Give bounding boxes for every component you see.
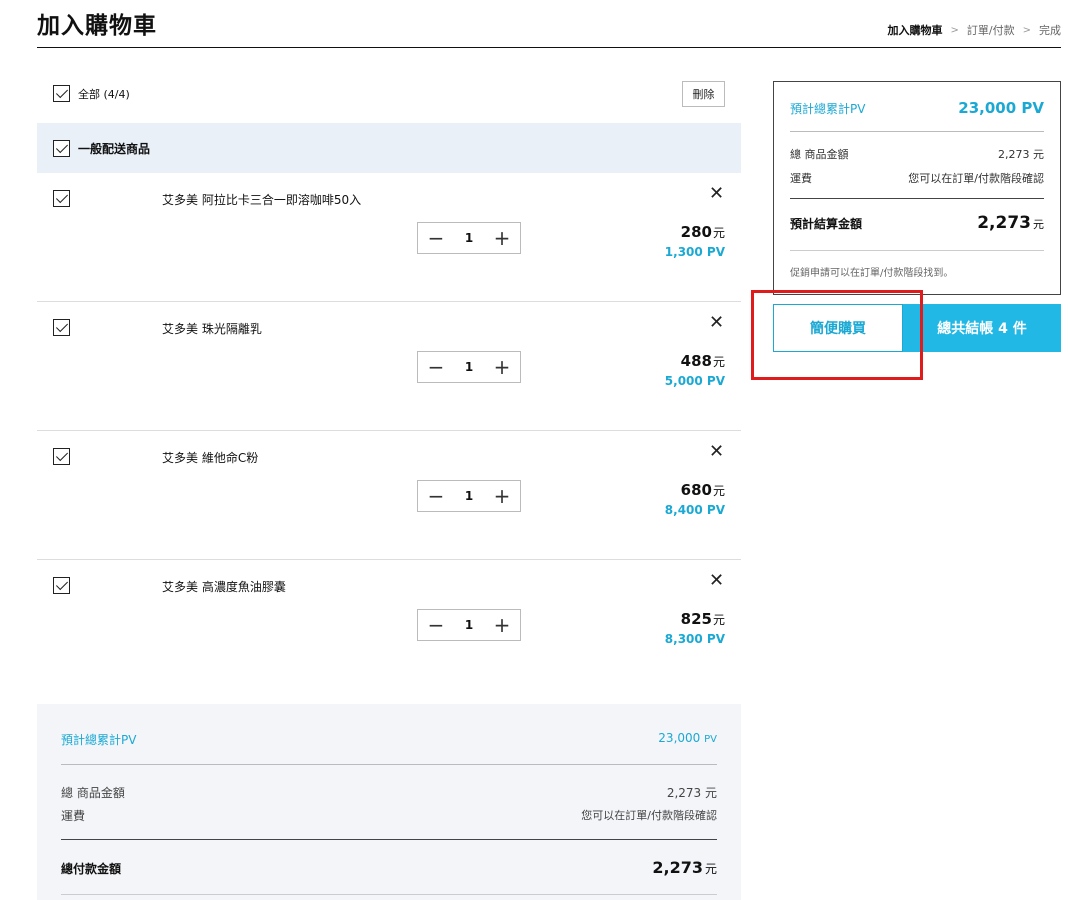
increase-button[interactable]: + <box>492 228 512 248</box>
decrease-button[interactable]: − <box>426 357 446 377</box>
product-name[interactable]: 艾多美 阿拉比卡三合一即溶咖啡50入 <box>162 191 361 208</box>
divider <box>61 894 717 895</box>
summary-total-label: 預計結算金額 <box>790 217 863 231</box>
decrease-button[interactable]: − <box>426 228 446 248</box>
divider <box>790 250 1044 251</box>
divider <box>61 839 717 840</box>
summary-shipping-row: 運費 您可以在訂單/付款階段確認 <box>790 170 1044 186</box>
divider <box>790 198 1044 199</box>
bottom-subtotal-label: 總 商品金額 <box>61 786 125 800</box>
summary-total-value: 2,273 元 <box>977 213 1044 233</box>
select-all[interactable]: 全部 (4/4) <box>53 85 130 102</box>
delete-button[interactable]: 刪除 <box>682 81 725 107</box>
group-label: 一般配送商品 <box>78 141 151 156</box>
item-checkbox[interactable] <box>53 448 70 465</box>
close-icon[interactable]: ✕ <box>709 441 724 462</box>
bottom-summary: 預計總累計PV 23,000 PV 總 商品金額 2,273 元 運費 您可以在… <box>37 704 741 900</box>
bottom-total-label: 總付款金額 <box>61 862 122 876</box>
close-icon[interactable]: ✕ <box>709 570 724 591</box>
item-checkbox[interactable] <box>53 577 70 594</box>
quantity-stepper: − 1 + <box>417 609 521 641</box>
quantity-value[interactable]: 1 <box>465 618 473 632</box>
quantity-stepper: − 1 + <box>417 351 521 383</box>
shipping-group-header: 一般配送商品 <box>37 123 741 173</box>
bottom-subtotal-row: 總 商品金額 2,273 元 <box>61 784 717 801</box>
item-checkbox[interactable] <box>53 190 70 207</box>
item-pv: 5,000 PV <box>664 374 725 388</box>
step-order-payment: 訂單/付款 <box>966 24 1015 37</box>
highlight-annotation <box>751 290 923 380</box>
summary-subtotal-label: 總 商品金額 <box>790 148 849 161</box>
decrease-button[interactable]: − <box>426 615 446 635</box>
quantity-stepper: − 1 + <box>417 480 521 512</box>
close-icon[interactable]: ✕ <box>709 183 724 204</box>
item-price: 825元 <box>680 610 725 628</box>
quantity-value[interactable]: 1 <box>465 489 473 503</box>
decrease-button[interactable]: − <box>426 486 446 506</box>
divider <box>790 131 1044 132</box>
summary-pv-row: 預計總累計PV 23,000 PV <box>790 99 1044 117</box>
chevron-right-icon: > <box>950 24 959 36</box>
order-summary-card: 預計總累計PV 23,000 PV 總 商品金額 2,273 元 運費 您可以在… <box>773 81 1061 295</box>
select-all-checkbox[interactable] <box>53 85 70 102</box>
summary-shipping-label: 運費 <box>790 172 812 185</box>
step-complete: 完成 <box>1039 24 1061 37</box>
page-title: 加入購物車 <box>37 13 157 39</box>
page-header: 加入購物車 加入購物車 > 訂單/付款 > 完成 <box>37 0 1061 48</box>
item-pv: 8,300 PV <box>664 632 725 646</box>
summary-subtotal-row: 總 商品金額 2,273 元 <box>790 146 1044 162</box>
bottom-subtotal-value: 2,273 元 <box>666 786 717 800</box>
product-name[interactable]: 艾多美 高濃度魚油膠囊 <box>162 578 286 595</box>
summary-subtotal-value: 2,273 元 <box>998 148 1044 161</box>
cart-item: 艾多美 珠光隔離乳 − 1 + ✕ 488元 5,000 PV <box>37 302 741 431</box>
summary-shipping-value: 您可以在訂單/付款階段確認 <box>908 172 1044 185</box>
increase-button[interactable]: + <box>492 357 512 377</box>
quantity-value[interactable]: 1 <box>465 231 473 245</box>
select-all-label: 全部 (4/4) <box>78 87 130 101</box>
summary-pv-value: 23,000 PV <box>958 99 1044 117</box>
quantity-stepper: − 1 + <box>417 222 521 254</box>
summary-total-row: 預計結算金額 2,273 元 <box>790 213 1044 233</box>
cart-item: 艾多美 高濃度魚油膠囊 − 1 + ✕ 825元 8,300 PV <box>37 560 741 689</box>
item-checkbox[interactable] <box>53 319 70 336</box>
bottom-pv-label: 預計總累計PV <box>61 733 137 747</box>
bottom-pv-row: 預計總累計PV 23,000 PV <box>61 731 717 748</box>
item-pv: 8,400 PV <box>664 503 725 517</box>
summary-pv-label: 預計總累計PV <box>790 102 866 116</box>
cart-item: 艾多美 維他命C粉 − 1 + ✕ 680元 8,400 PV <box>37 431 741 560</box>
bottom-total-value: 2,273 元 <box>652 858 717 877</box>
product-name[interactable]: 艾多美 珠光隔離乳 <box>162 320 262 337</box>
bottom-pv-value: 23,000 PV <box>658 731 717 745</box>
bottom-shipping-label: 運費 <box>61 809 86 823</box>
checkout-steps: 加入購物車 > 訂單/付款 > 完成 <box>888 22 1062 38</box>
product-name[interactable]: 艾多美 維他命C粉 <box>162 449 258 466</box>
cart-item: 艾多美 阿拉比卡三合一即溶咖啡50入 − 1 + ✕ 280元 1,300 PV <box>37 173 741 302</box>
chevron-right-icon: > <box>1022 24 1031 36</box>
promotion-note: 促銷申請可以在訂單/付款階段找到。 <box>790 268 954 279</box>
increase-button[interactable]: + <box>492 615 512 635</box>
item-pv: 1,300 PV <box>664 245 725 259</box>
quantity-value[interactable]: 1 <box>465 360 473 374</box>
bottom-shipping-value: 您可以在訂單/付款階段確認 <box>581 809 717 822</box>
divider <box>61 764 717 765</box>
checkout-button[interactable]: 總共結帳 4 件 <box>903 304 1061 352</box>
increase-button[interactable]: + <box>492 486 512 506</box>
close-icon[interactable]: ✕ <box>709 312 724 333</box>
group-checkbox[interactable] <box>53 139 70 157</box>
item-price: 488元 <box>680 352 725 370</box>
step-cart: 加入購物車 <box>887 24 943 37</box>
item-price: 280元 <box>680 223 725 241</box>
bottom-total-row: 總付款金額 2,273 元 <box>61 858 717 877</box>
item-price: 680元 <box>680 481 725 499</box>
bottom-shipping-row: 運費 您可以在訂單/付款階段確認 <box>61 807 717 824</box>
